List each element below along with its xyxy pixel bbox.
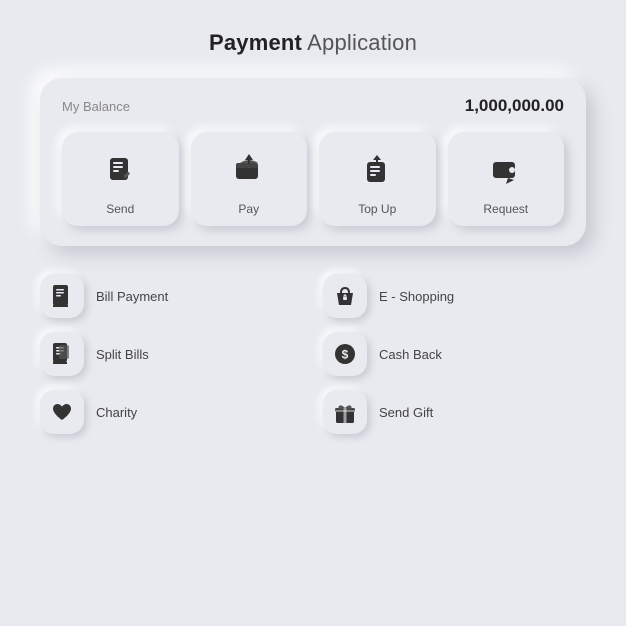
balance-label: My Balance — [62, 99, 130, 114]
bill-payment-label: Bill Payment — [96, 289, 168, 304]
bill-payment-icon — [40, 274, 84, 318]
send-label: Send — [106, 202, 134, 216]
actions-row: Send Pay — [62, 132, 564, 226]
topup-label: Top Up — [358, 202, 396, 216]
split-bills-item[interactable]: Split Bills — [40, 332, 303, 376]
topup-button[interactable]: Top Up — [319, 132, 436, 226]
charity-item[interactable]: Charity — [40, 390, 303, 434]
send-gift-icon — [323, 390, 367, 434]
pay-icon — [225, 146, 273, 194]
send-gift-label: Send Gift — [379, 405, 433, 420]
request-label: Request — [483, 202, 528, 216]
split-bills-label: Split Bills — [96, 347, 149, 362]
charity-label: Charity — [96, 405, 137, 420]
send-button[interactable]: Send — [62, 132, 179, 226]
pay-label: Pay — [238, 202, 259, 216]
request-button[interactable]: Request — [448, 132, 565, 226]
services-grid: Bill Payment E - Shopping — [40, 274, 586, 434]
request-icon — [482, 146, 530, 194]
topup-icon — [353, 146, 401, 194]
send-icon — [96, 146, 144, 194]
page-title: Payment Application — [209, 30, 417, 56]
e-shopping-label: E - Shopping — [379, 289, 454, 304]
balance-amount: 1,000,000.00 — [465, 96, 564, 116]
bill-payment-item[interactable]: Bill Payment — [40, 274, 303, 318]
pay-button[interactable]: Pay — [191, 132, 308, 226]
cash-back-icon: $ — [323, 332, 367, 376]
send-gift-item[interactable]: Send Gift — [323, 390, 586, 434]
cash-back-item[interactable]: $ Cash Back — [323, 332, 586, 376]
charity-icon — [40, 390, 84, 434]
e-shopping-item[interactable]: E - Shopping — [323, 274, 586, 318]
cash-back-label: Cash Back — [379, 347, 442, 362]
e-shopping-icon — [323, 274, 367, 318]
split-bills-icon — [40, 332, 84, 376]
svg-text:$: $ — [342, 348, 349, 362]
balance-card: My Balance 1,000,000.00 Send — [40, 78, 586, 246]
